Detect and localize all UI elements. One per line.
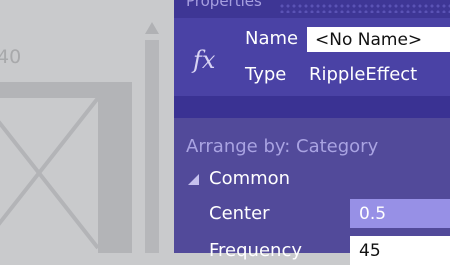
collapse-triangle-icon[interactable]: [188, 174, 199, 185]
panel-title: Properties: [186, 0, 262, 10]
name-input[interactable]: [307, 27, 450, 52]
center-input[interactable]: [350, 199, 450, 228]
panel-title-bar[interactable]: Properties: [174, 0, 450, 18]
frequency-input[interactable]: [350, 236, 450, 265]
element-header: fx Name Type RippleEffect: [174, 18, 450, 96]
image-placeholder-frame[interactable]: [0, 82, 132, 253]
properties-panel: Properties fx Name Type RippleEffect Arr…: [174, 0, 450, 265]
arrange-by-dropdown[interactable]: Arrange by: Category: [186, 136, 378, 157]
header-divider: [174, 96, 450, 118]
placeholder-cross-icon: [0, 98, 98, 250]
name-label: Name: [245, 28, 299, 49]
ruler-number: 40: [0, 46, 22, 68]
vertical-scrollbar[interactable]: [145, 40, 159, 253]
scroll-up-arrow-icon[interactable]: [145, 22, 159, 34]
drag-grip-icon[interactable]: [279, 3, 450, 13]
type-value: RippleEffect: [309, 64, 418, 85]
category-label: Common: [209, 168, 291, 189]
property-label-center: Center: [209, 203, 270, 224]
type-label: Type: [245, 64, 287, 85]
design-canvas[interactable]: 40: [0, 0, 174, 253]
property-label-frequency: Frequency: [209, 240, 302, 261]
effect-fx-icon: fx: [193, 46, 216, 74]
